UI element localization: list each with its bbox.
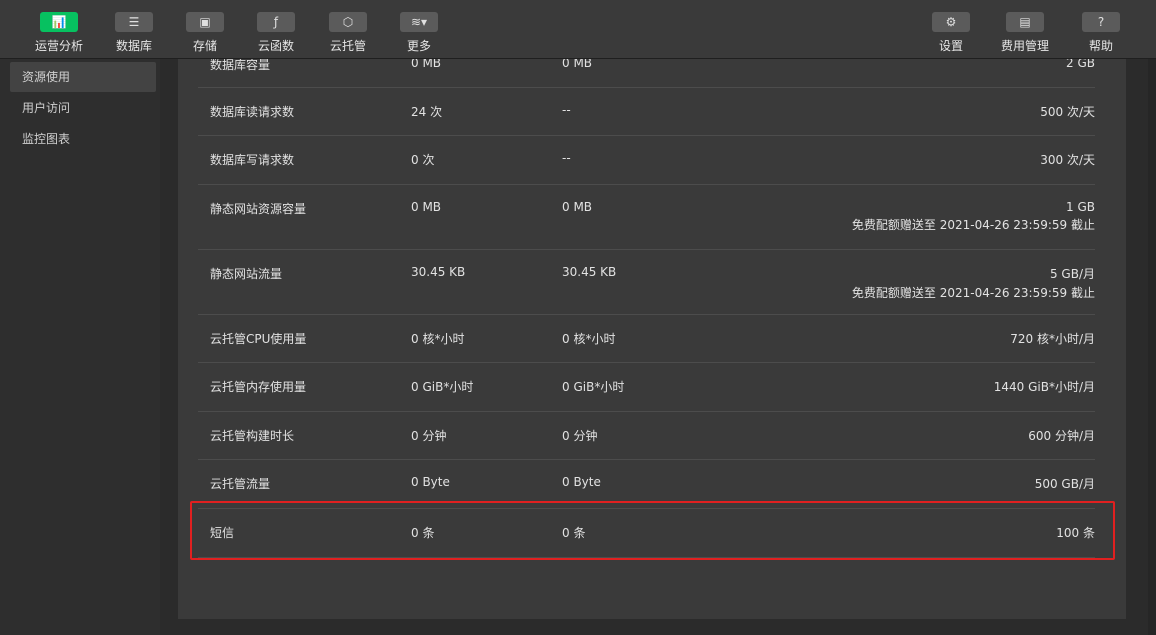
toolbar-label: 帮助	[1088, 39, 1113, 53]
used-value: 0 MB	[411, 59, 442, 70]
used-value: 0 次	[411, 153, 435, 167]
sidebar-item[interactable]: 用户访问	[10, 93, 156, 123]
remaining-value: 30.45 KB	[562, 265, 617, 279]
used-value: 24 次	[411, 105, 443, 119]
table-row: 数据库读请求数 24 次 -- 500 次/天	[198, 87, 1095, 136]
toolbar-button-gear[interactable]: ⚙ 设置	[915, 12, 987, 54]
table-row: 数据库容量 0 MB 0 MB 2 GB	[198, 59, 1095, 88]
table-row: 云托管构建时长 0 分钟 0 分钟 600 分钟/月	[198, 411, 1095, 460]
resource-name: 云托管流量	[210, 477, 271, 491]
function-icon: ƒ	[257, 12, 295, 32]
remaining-value: 0 Byte	[562, 475, 601, 489]
help-icon: ?	[1082, 12, 1120, 32]
bar-chart-icon: 📊	[40, 12, 78, 32]
quota-cell: 300 次/天	[1040, 151, 1095, 168]
toolbar-button-cube[interactable]: ⬡ 云托管	[312, 12, 384, 54]
quota-cell: 1440 GiB*小时/月	[994, 378, 1095, 395]
table-row: 静态网站资源容量 0 MB 0 MB 1 GB 免费配额赠送至 2021-04-26 2…	[198, 184, 1095, 250]
toolbar-label: 更多	[406, 39, 431, 53]
top-toolbar: 📊 运营分析 ☰ 数据库 ▣ 存储 ƒ 云函数 ⬡ 云托管 ≋▾ 更多 ⚙ 设置 ▤ 费用管理? 帮助	[0, 0, 1156, 59]
toolbar-button-billing[interactable]: ▤ 费用管理	[989, 12, 1061, 54]
toolbar-button-bar-chart[interactable]: 📊 运营分析	[23, 12, 95, 54]
quota-value: 5 GB/月	[1049, 267, 1095, 281]
layers-icon: ≋▾	[400, 12, 438, 32]
remaining-value: --	[562, 103, 571, 117]
quota-value: 1 GB	[1066, 200, 1095, 214]
toolbar-button-database[interactable]: ☰ 数据库	[98, 12, 170, 54]
sidebar: 资源使用 用户访问 监控图表	[0, 59, 160, 635]
remaining-value: 0 MB	[562, 59, 593, 70]
gear-icon: ⚙	[932, 12, 970, 32]
toolbar-label: 云托管	[329, 39, 366, 53]
quota-value: 2 GB	[1066, 59, 1095, 70]
resource-name: 云托管内存使用量	[210, 380, 307, 394]
toolbar-button-help[interactable]: ? 帮助	[1065, 12, 1137, 54]
remaining-value: 0 GiB*小时	[562, 380, 625, 394]
table-row: 数据库写请求数 0 次 -- 300 次/天	[198, 135, 1095, 185]
quota-cell: 720 核*小时/月	[1010, 330, 1095, 347]
resource-name: 云托管构建时长	[210, 429, 295, 443]
used-value: 30.45 KB	[411, 265, 466, 279]
toolbar-label: 数据库	[115, 39, 152, 53]
toolbar-label: 设置	[938, 39, 963, 53]
quota-cell: 600 分钟/月	[1028, 427, 1095, 444]
quota-value: 720 核*小时/月	[1010, 332, 1095, 346]
resource-name: 数据库容量	[210, 59, 271, 72]
table-row: 静态网站流量 30.45 KB 30.45 KB 5 GB/月免费配额赠送至 2021…	[198, 249, 1095, 315]
table-row: 云托管CPU使用量 0 核*小时 0 核*小时 720 核*小时/月	[198, 314, 1095, 363]
quota-cell: 1 GB 免费配额赠送至 2021-04-26 23:59:59 截止	[852, 200, 1095, 233]
resource-name: 静态网站流量	[210, 267, 283, 281]
toolbar-label: 存储	[192, 39, 217, 53]
billing-icon: ▤	[1006, 12, 1044, 32]
database-icon: ☰	[115, 12, 153, 32]
quota-value: 600 分钟/月	[1028, 429, 1095, 443]
resource-name: 数据库读请求数	[210, 105, 295, 119]
quota-value: 500 GB/月	[1034, 477, 1095, 491]
quota-cell: 5 GB/月免费配额赠送至 2021-04-26 23:59:59 截止	[852, 265, 1095, 301]
remaining-value: 0 分钟	[562, 429, 598, 443]
quota-cell: 500 GB/月	[1035, 475, 1095, 492]
used-value: 0 GiB*小时	[411, 380, 474, 394]
quota-cell: 2 GB	[1066, 59, 1095, 70]
remaining-value: 0 核*小时	[562, 332, 616, 346]
highlight-box-sms-row	[190, 501, 1115, 560]
quota-value: 300 次/天	[1040, 153, 1095, 167]
used-value: 0 MB	[411, 200, 442, 214]
remaining-value: --	[562, 151, 571, 165]
table-row: 云托管内存使用量 0 GiB*小时 0 GiB*小时 1440 GiB*小时/月	[198, 362, 1095, 412]
scrollbar[interactable]	[1148, 59, 1156, 635]
toolbar-button-storage[interactable]: ▣ 存储	[169, 12, 241, 54]
toolbar-label: 运营分析	[34, 39, 83, 53]
resource-name: 云托管CPU使用量	[210, 332, 307, 346]
used-value: 0 核*小时	[411, 332, 465, 346]
resource-name: 数据库写请求数	[210, 153, 295, 167]
quota-note: 免费配额赠送至 2021-04-26 23:59:59 截止	[851, 218, 1095, 232]
remaining-value: 0 MB	[562, 200, 593, 214]
quota-value: 1440 GiB*小时/月	[993, 380, 1095, 394]
sidebar-item[interactable]: 资源使用	[10, 62, 156, 92]
cube-icon: ⬡	[329, 12, 367, 32]
used-value: 0 Byte	[411, 475, 450, 489]
quota-cell: 500 次/天	[1040, 103, 1095, 120]
storage-icon: ▣	[186, 12, 224, 32]
sidebar-item[interactable]: 监控图表	[10, 124, 156, 154]
quota-note: 免费配额赠送至 2021-04-26 23:59:59 截止	[851, 286, 1095, 300]
toolbar-button-function[interactable]: ƒ 云函数	[240, 12, 312, 54]
toolbar-button-layers[interactable]: ≋▾ 更多	[383, 12, 455, 54]
quota-value: 500 次/天	[1040, 105, 1095, 119]
resource-name: 静态网站资源容量	[210, 202, 307, 216]
toolbar-label: 云函数	[257, 39, 294, 53]
used-value: 0 分钟	[411, 429, 447, 443]
toolbar-label: 费用管理	[1000, 39, 1049, 53]
